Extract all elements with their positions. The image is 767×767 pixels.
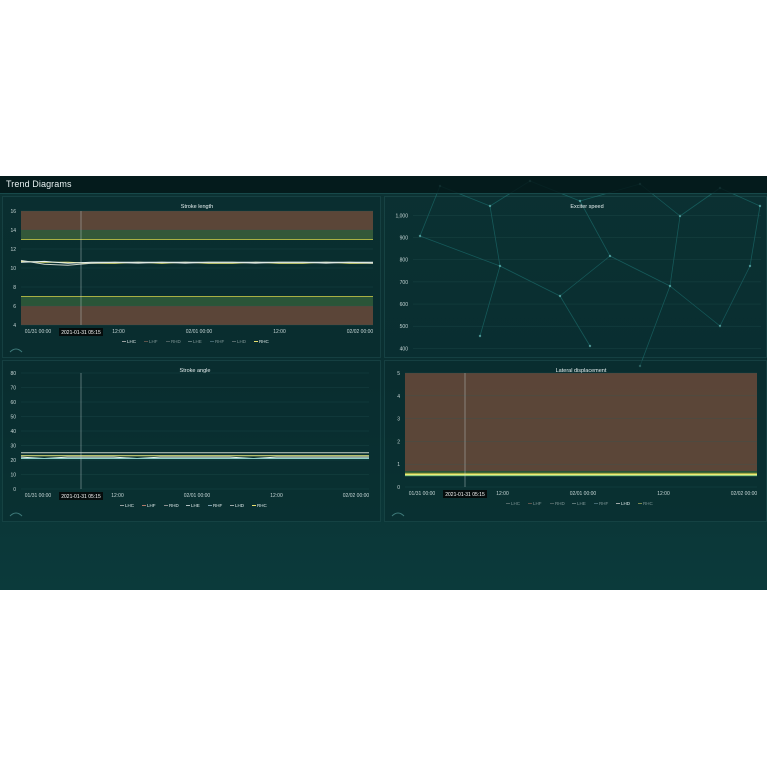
title-bar: Trend Diagrams xyxy=(0,176,767,194)
x-tick-label: 02/02 00:00 xyxy=(343,493,370,499)
y-tick-label: 10 xyxy=(10,473,16,479)
y-tick-label: 50 xyxy=(10,415,16,421)
y-tick-label: 4 xyxy=(397,394,400,400)
legend-item-rhc: RHC xyxy=(259,339,269,344)
y-tick-label: 0 xyxy=(13,487,16,493)
legend-item-rhd: RHD xyxy=(171,339,181,344)
y-tick-label: 14 xyxy=(10,228,16,234)
crosshair-tooltip-label: 2021-01-31 05:15 xyxy=(445,492,485,498)
crosshair-tooltip-label: 2021-01-31 05:15 xyxy=(61,494,101,500)
x-tick-label: 02/01 00:00 xyxy=(186,329,213,335)
y-tick-label: 1 xyxy=(397,462,400,468)
y-tick-label: 0 xyxy=(397,485,400,491)
y-tick-label: 800 xyxy=(400,258,409,264)
x-tick-label: 12:00 xyxy=(111,493,124,499)
y-tick-label: 8 xyxy=(13,285,16,291)
x-tick-label: 01/31 00:00 xyxy=(409,491,436,497)
y-tick-label: 6 xyxy=(13,304,16,310)
legend-item-lhd: LHD xyxy=(235,503,245,508)
expand-icon[interactable] xyxy=(9,347,23,353)
trend-diagrams-app: Trend Diagrams Stroke length 4 6 8 10 12 14 16 0… xyxy=(0,176,767,590)
warning-band xyxy=(21,230,373,240)
x-tick-label: 01/31 00:00 xyxy=(25,493,52,499)
x-tick-label: 02/02 00:00 xyxy=(731,491,758,497)
y-tick-label: 400 xyxy=(400,346,409,352)
legend-item-rhf: RHF xyxy=(215,339,224,344)
y-tick-label: 5 xyxy=(397,371,400,377)
legend-item-lhd: LHD xyxy=(621,501,631,506)
crosshair-tooltip-label: 2021-01-31 05:15 xyxy=(61,330,101,336)
x-tick-label: 12:00 xyxy=(657,491,670,497)
stroke-angle-chart[interactable]: Stroke angle0102030405060708001/31 00:00… xyxy=(3,361,380,521)
legend-item-lhe: LHE xyxy=(191,503,200,508)
x-tick-label: 12:00 xyxy=(496,491,509,497)
alarm-band xyxy=(405,373,757,472)
legend-item-rhc: RHC xyxy=(643,501,653,506)
exciter-speed-panel: Exciter speed 400 500 600 700 800 900 1,000 xyxy=(384,196,767,358)
legend-item-lhe: LHE xyxy=(193,339,202,344)
stroke-length-panel: Stroke length 4 6 8 10 12 14 16 01/31 00:00 12:00… xyxy=(2,196,381,358)
y-tick-label: 80 xyxy=(10,371,16,377)
stroke-angle-panel: Stroke angle 0 10 20 30 40 50 60 70 80 01/31 00:00… xyxy=(2,360,381,522)
x-tick-label: 12:00 xyxy=(112,329,125,335)
warning-band xyxy=(21,296,373,306)
y-tick-label: 60 xyxy=(10,400,16,406)
legend-item-rhf: RHF xyxy=(213,503,222,508)
y-tick-label: 1,000 xyxy=(395,213,408,219)
lateral-displacement-chart[interactable]: Lateral displacement01234501/31 00:00 12:… xyxy=(385,361,766,521)
y-tick-label: 12 xyxy=(10,247,16,253)
y-tick-label: 600 xyxy=(400,302,409,308)
x-tick-label: 02/01 00:00 xyxy=(570,491,597,497)
x-tick-label: 02/02 00:00 xyxy=(347,329,374,335)
chart-title: Stroke length xyxy=(181,204,213,210)
page-title: Trend Diagrams xyxy=(6,179,72,189)
x-tick-label: 12:00 xyxy=(273,329,286,335)
y-tick-label: 20 xyxy=(10,458,16,464)
y-tick-label: 30 xyxy=(10,444,16,450)
y-tick-label: 16 xyxy=(10,209,16,215)
x-tick-label: 12:00 xyxy=(270,493,283,499)
expand-icon[interactable] xyxy=(391,511,405,517)
y-tick-label: 500 xyxy=(400,324,409,330)
expand-icon[interactable] xyxy=(9,511,23,517)
y-tick-label: 700 xyxy=(400,280,409,286)
stroke-length-chart[interactable]: Stroke length 4 6 8 10 12 14 16 01/31 00:00 12:00… xyxy=(3,197,380,357)
y-tick-label: 40 xyxy=(10,429,16,435)
x-tick-label: 01/31 00:00 xyxy=(25,329,52,335)
exciter-speed-chart[interactable]: Exciter speed 400 500 600 700 800 900 1,000 xyxy=(385,197,766,357)
chart-title: Exciter speed xyxy=(570,204,603,210)
legend-item-lhf: LHF xyxy=(147,503,156,508)
y-tick-label: 70 xyxy=(10,386,16,392)
legend-item-rhd: RHD xyxy=(169,503,179,508)
y-tick-label: 2 xyxy=(397,439,400,445)
legend-item-lhc: LHC xyxy=(511,501,521,506)
legend-item-lhe: LHE xyxy=(577,501,586,506)
legend-item-lhf: LHF xyxy=(149,339,158,344)
legend-item-rhc: RHC xyxy=(257,503,267,508)
y-tick-label: 3 xyxy=(397,417,400,423)
legend-item-lhc: LHC xyxy=(125,503,135,508)
legend-item-rhd: RHD xyxy=(555,501,565,506)
x-tick-label: 02/01 00:00 xyxy=(184,493,211,499)
y-tick-label: 10 xyxy=(10,266,16,272)
y-tick-label: 900 xyxy=(400,236,409,242)
lateral-displacement-panel: Lateral displacement 0 1 2 3 4 5 01/31 00:00 12:… xyxy=(384,360,767,522)
legend-item-lhc: LHC xyxy=(127,339,137,344)
alarm-band xyxy=(21,306,373,325)
legend-item-lhd: LHD xyxy=(237,339,247,344)
legend-item-lhf: LHF xyxy=(533,501,542,506)
legend-item-rhf: RHF xyxy=(599,501,608,506)
y-tick-label: 4 xyxy=(13,323,16,329)
